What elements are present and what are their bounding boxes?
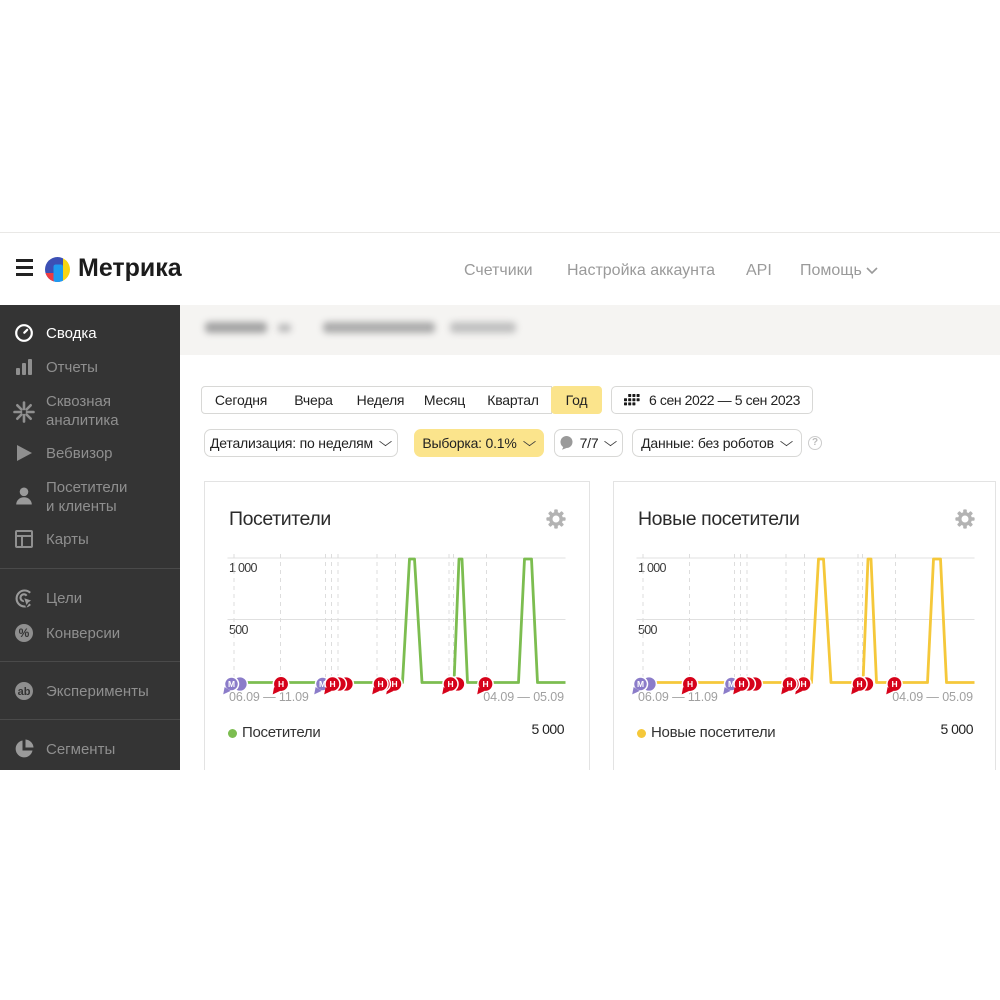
svg-text:Н: Н [377,679,383,689]
svg-text:Н: Н [329,679,335,689]
svg-text:ab: ab [18,686,31,698]
svg-text:Н: Н [391,679,397,689]
svg-text:Н: Н [482,679,488,689]
svg-text:Н: Н [447,679,453,689]
svg-text:%: % [19,626,30,640]
svg-text:Н: Н [891,679,897,689]
svg-text:Н: Н [786,679,792,689]
svg-text:М: М [228,679,235,689]
svg-text:Н: Н [738,679,744,689]
svg-text:Н: Н [856,679,862,689]
svg-text:М: М [637,679,644,689]
svg-text:Н: Н [800,679,806,689]
svg-text:Н: Н [278,679,284,689]
svg-text:Н: Н [687,679,693,689]
